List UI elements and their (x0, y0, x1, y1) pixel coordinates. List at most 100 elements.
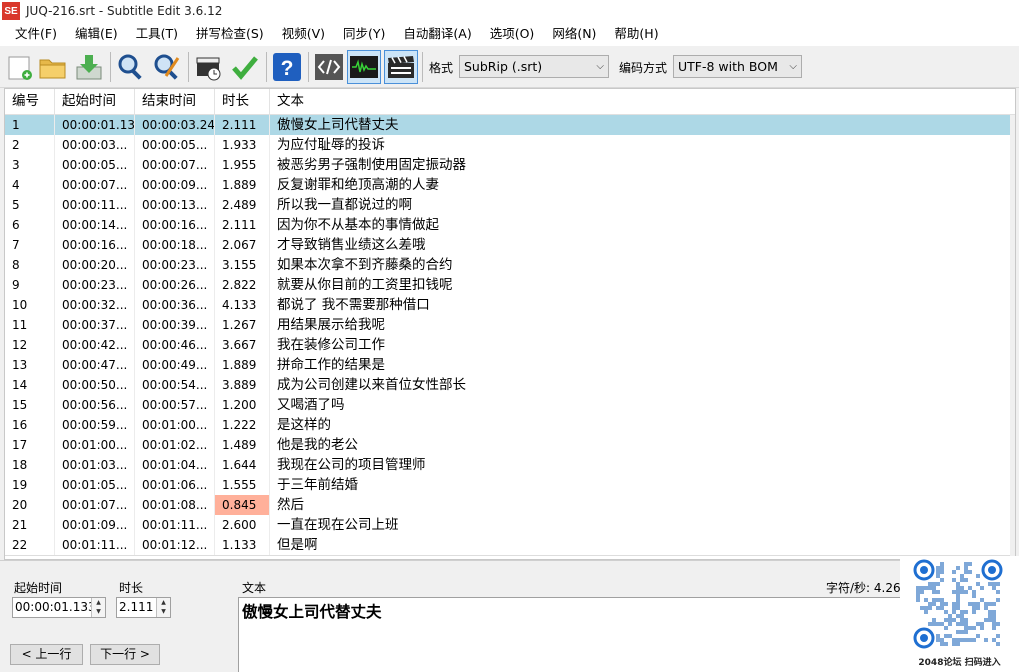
table-row[interactable]: 12 00:00:42... 00:00:46... 3.667 我在装修公司工作 (5, 335, 1015, 355)
menu-options[interactable]: 选项(O) (481, 22, 544, 46)
qr-finder-dot (988, 566, 996, 574)
row-text: 傲慢女上司代替丈夫 (277, 117, 399, 133)
row-number: 4 (5, 175, 55, 195)
encoding-select[interactable]: UTF-8 with BOM ⌵ (673, 55, 802, 78)
qr-code-overlay[interactable]: 2048论坛 扫码进入 (900, 556, 1019, 672)
subtitle-grid[interactable]: 编号 起始时间 结束时间 时长 文本 1 00:00:01.133 00:00:03… (4, 88, 1016, 560)
menu-sync[interactable]: 同步(Y) (334, 22, 394, 46)
video-icon (388, 56, 414, 78)
subtitle-text-editor[interactable]: 傲慢女上司代替丈夫 (238, 597, 902, 672)
column-header-start[interactable]: 起始时间 (55, 89, 135, 115)
row-start-time: 00:00:14... (55, 215, 135, 235)
table-row[interactable]: 3 00:00:05... 00:00:07... 1.955 被恶劣男子强制使用固定振… (5, 155, 1015, 175)
find-button[interactable] (115, 50, 147, 84)
row-start-time: 00:01:03... (55, 455, 135, 475)
row-text: 是这样的 (277, 417, 331, 433)
table-row[interactable]: 4 00:00:07... 00:00:09... 1.889 反复谢罪和绝顶高潮的人妻 (5, 175, 1015, 195)
table-row[interactable]: 9 00:00:23... 00:00:26... 2.822 就要从你目前的工资里扣钱… (5, 275, 1015, 295)
column-header-text[interactable]: 文本 (270, 89, 1015, 115)
replace-button[interactable] (151, 50, 183, 84)
row-end-time: 00:00:46... (135, 335, 215, 355)
row-number: 22 (5, 535, 55, 555)
qr-finder-dot (920, 566, 928, 574)
row-duration: 1.489 (215, 435, 270, 455)
row-duration: 3.667 (215, 335, 270, 355)
previous-line-button[interactable]: < 上一行 (10, 644, 83, 665)
menu-auto-translate[interactable]: 自动翻译(A) (394, 22, 480, 46)
new-file-icon (8, 56, 32, 80)
source-view-icon (315, 54, 343, 80)
spin-arrows-icon[interactable]: ▲ ▼ (156, 598, 170, 617)
row-start-time: 00:00:47... (55, 355, 135, 375)
duration-stepper[interactable]: 2.111 ▲ ▼ (116, 597, 171, 618)
table-row[interactable]: 20 00:01:07... 00:01:08... 0.845 然后 (5, 495, 1015, 515)
row-text: 如果本次拿不到齐藤桑的合约 (277, 257, 453, 273)
table-row[interactable]: 2 00:00:03... 00:00:05... 1.933 为应付耻辱的投诉 (5, 135, 1015, 155)
row-text: 我现在公司的项目管理师 (277, 457, 426, 473)
new-file-button[interactable] (4, 50, 36, 84)
table-row[interactable]: 16 00:00:59... 00:01:00... 1.222 是这样的 (5, 415, 1015, 435)
row-end-time: 00:00:36... (135, 295, 215, 315)
source-view-button[interactable] (313, 50, 345, 84)
column-header-end[interactable]: 结束时间 (135, 89, 215, 115)
column-header-number[interactable]: 编号 (5, 89, 55, 115)
row-end-time: 00:00:23... (135, 255, 215, 275)
row-start-time: 00:00:11... (55, 195, 135, 215)
row-end-time: 00:00:49... (135, 355, 215, 375)
column-header-duration[interactable]: 时长 (215, 89, 270, 115)
start-time-value: 00:00:01.133 (15, 600, 96, 614)
chevron-down-icon: ⌵ (789, 61, 797, 72)
table-row[interactable]: 13 00:00:47... 00:00:49... 1.889 拼命工作的结果是 (5, 355, 1015, 375)
table-row[interactable]: 7 00:00:16... 00:00:18... 2.067 才导致销售业绩这么差哦 (5, 235, 1015, 255)
chars-per-second: 字符/秒: 4.26 (826, 581, 901, 595)
menu-video[interactable]: 视频(V) (273, 22, 334, 46)
grid-scrollbar[interactable] (1010, 115, 1015, 559)
menu-file[interactable]: 文件(F) (6, 22, 66, 46)
menu-spell-check[interactable]: 拼写检查(S) (187, 22, 273, 46)
table-row[interactable]: 5 00:00:11... 00:00:13... 2.489 所以我一直都说过的啊 (5, 195, 1015, 215)
table-row[interactable]: 10 00:00:32... 00:00:36... 4.133 都说了 我不需要那种借… (5, 295, 1015, 315)
table-row[interactable]: 1 00:00:01.133 00:00:03.244 2.111 傲慢女上司代替丈夫 (5, 115, 1015, 135)
video-button[interactable] (384, 50, 418, 84)
format-select-value: SubRip (.srt) (464, 59, 543, 74)
format-select[interactable]: SubRip (.srt) ⌵ (459, 55, 609, 78)
row-start-time: 00:00:23... (55, 275, 135, 295)
table-row[interactable]: 8 00:00:20... 00:00:23... 3.155 如果本次拿不到齐藤桑的合… (5, 255, 1015, 275)
duration-value: 2.111 (119, 600, 154, 614)
row-start-time: 00:00:32... (55, 295, 135, 315)
spell-check-button[interactable] (229, 50, 261, 84)
waveform-button[interactable] (347, 50, 381, 84)
row-number: 11 (5, 315, 55, 335)
open-button[interactable] (37, 50, 69, 84)
table-row[interactable]: 15 00:00:56... 00:00:57... 1.200 又喝酒了吗 (5, 395, 1015, 415)
table-row[interactable]: 6 00:00:14... 00:00:16... 2.111 因为你不从基本的事情做起 (5, 215, 1015, 235)
row-duration: 1.200 (215, 395, 270, 415)
row-duration: 2.489 (215, 195, 270, 215)
table-row[interactable]: 19 00:01:05... 00:01:06... 1.555 于三年前结婚 (5, 475, 1015, 495)
table-row[interactable]: 11 00:00:37... 00:00:39... 1.267 用结果展示给我呢 (5, 315, 1015, 335)
row-number: 8 (5, 255, 55, 275)
start-time-stepper[interactable]: 00:00:01.133 ▲ ▼ (12, 597, 106, 618)
next-line-button[interactable]: 下一行 > (90, 644, 160, 665)
encoding-select-value: UTF-8 with BOM (678, 59, 778, 74)
menu-help[interactable]: 帮助(H) (605, 22, 667, 46)
row-start-time: 00:00:16... (55, 235, 135, 255)
menu-tools[interactable]: 工具(T) (127, 22, 187, 46)
table-row[interactable]: 22 00:01:11... 00:01:12... 1.133 但是啊 (5, 535, 1015, 555)
table-row[interactable]: 18 00:01:03... 00:01:04... 1.644 我现在公司的项目管理师 (5, 455, 1015, 475)
help-button[interactable]: ? (271, 50, 303, 84)
visual-sync-button[interactable] (193, 50, 225, 84)
row-duration: 0.845 (215, 495, 270, 515)
row-duration: 1.644 (215, 455, 270, 475)
table-row[interactable]: 14 00:00:50... 00:00:54... 3.889 成为公司创建以来首位女… (5, 375, 1015, 395)
menu-edit[interactable]: 编辑(E) (66, 22, 127, 46)
row-number: 10 (5, 295, 55, 315)
table-row[interactable]: 21 00:01:09... 00:01:11... 2.600 一直在现在公司上班 (5, 515, 1015, 535)
menu-network[interactable]: 网络(N) (543, 22, 605, 46)
save-button[interactable] (73, 50, 105, 84)
row-number: 1 (5, 115, 55, 135)
row-text: 被恶劣男子强制使用固定振动器 (277, 157, 466, 173)
row-end-time: 00:01:08... (135, 495, 215, 515)
spin-arrows-icon[interactable]: ▲ ▼ (91, 598, 105, 617)
table-row[interactable]: 17 00:01:00... 00:01:02... 1.489 他是我的老公 (5, 435, 1015, 455)
